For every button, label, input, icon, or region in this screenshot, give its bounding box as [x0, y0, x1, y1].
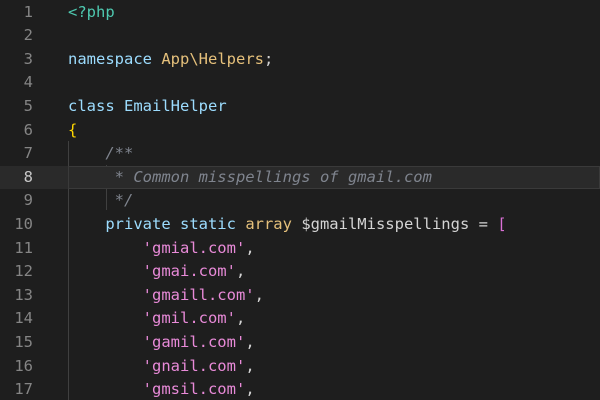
line-number: 10: [14, 214, 33, 233]
code-token-plain: ,: [245, 356, 255, 375]
code-text: 'gmai.com',: [68, 260, 246, 284]
line-number: 3: [23, 49, 33, 68]
code-token-class_name: App\Helpers: [161, 49, 264, 68]
code-line[interactable]: 11 'gmial.com',: [0, 237, 600, 261]
code-token-class_name: array: [245, 214, 302, 233]
code-token-keyword: namespace: [68, 49, 162, 68]
code-text: 'gamil.com',: [68, 331, 255, 355]
code-token-tag: <?php: [68, 2, 115, 21]
code-line[interactable]: 2: [0, 24, 600, 48]
code-text: 'gnail.com',: [68, 355, 255, 379]
code-line[interactable]: 7 /**: [0, 142, 600, 166]
line-number: 8: [23, 167, 33, 186]
line-number: 7: [23, 144, 33, 163]
code-line[interactable]: 10 private static array $gmailMisspellin…: [0, 213, 600, 237]
code-token-comment: /**: [68, 144, 134, 163]
code-line[interactable]: 14 'gmil.com',: [0, 307, 600, 331]
code-token-comment: * Common misspellings of gmail.com: [68, 167, 432, 186]
line-number: 13: [14, 285, 33, 304]
line-number: 1: [23, 2, 33, 21]
code-token-bracket: [: [497, 214, 507, 233]
code-token-string: 'gmial.com': [68, 238, 246, 257]
code-text: 'gmil.com',: [68, 307, 246, 331]
code-line[interactable]: 9 */: [0, 189, 600, 213]
code-text: */: [68, 189, 134, 213]
code-line[interactable]: 17 'gmsil.com',: [0, 378, 600, 400]
code-token-plain: $gmailMisspellings =: [301, 214, 498, 233]
code-token-string: 'gmil.com': [68, 309, 236, 328]
code-line[interactable]: 1 <?php: [0, 1, 600, 25]
code-line[interactable]: 6{: [0, 119, 600, 143]
code-token-brace: {: [68, 120, 78, 139]
line-number: 12: [14, 262, 33, 281]
code-token-string: 'gamil.com': [68, 332, 246, 351]
code-editor[interactable]: 1 <?php 2 3 namespace App\Helpers; 4 5 class Em…: [0, 0, 600, 400]
line-number: 17: [14, 380, 33, 399]
line-number: 16: [14, 356, 33, 375]
line-number: 15: [14, 332, 33, 351]
code-line[interactable]: 3 namespace App\Helpers;: [0, 48, 600, 72]
code-line[interactable]: 12 'gmai.com',: [0, 260, 600, 284]
code-text: 'gmaill.com',: [68, 284, 264, 308]
line-number: 14: [14, 309, 33, 328]
code-token-keyword: EmailHelper: [124, 96, 227, 115]
code-text: private static array $gmailMisspellings …: [68, 213, 507, 237]
line-number: 9: [23, 191, 33, 210]
code-token-string: 'gmaill.com': [68, 285, 255, 304]
code-token-plain: ,: [245, 238, 255, 257]
code-token-plain: ,: [254, 285, 264, 304]
code-text: 'gmial.com',: [68, 237, 255, 261]
line-number: 5: [23, 96, 33, 115]
code-line[interactable]: 8 * Common misspellings of gmail.com: [0, 165, 600, 190]
code-token-string: 'gmsil.com': [68, 380, 246, 399]
line-number: 4: [23, 73, 33, 92]
code-line[interactable]: 4: [0, 71, 600, 95]
code-token-plain: ,: [235, 262, 246, 281]
code-token-keyword: private static: [68, 214, 246, 233]
line-number: 11: [14, 238, 33, 257]
code-text: * Common misspellings of gmail.com: [68, 166, 432, 190]
code-token-plain: ;: [263, 49, 274, 68]
code-text: namespace App\Helpers;: [68, 48, 273, 72]
code-text: /**: [68, 142, 133, 166]
line-number: 6: [23, 120, 33, 139]
code-text: class EmailHelper: [68, 95, 227, 119]
code-line[interactable]: 5 class EmailHelper: [0, 95, 600, 119]
code-line[interactable]: 13 'gmaill.com',: [0, 284, 600, 308]
code-text: {: [68, 119, 77, 143]
code-token-string: 'gmai.com': [68, 262, 236, 281]
code-token-keyword: class: [68, 96, 124, 115]
code-line[interactable]: 15 'gamil.com',: [0, 331, 600, 355]
code-token-plain: ,: [245, 332, 255, 351]
code-text: 'gmsil.com',: [68, 378, 255, 400]
code-line[interactable]: 16 'gnail.com',: [0, 355, 600, 379]
code-token-plain: ,: [235, 309, 246, 328]
line-number: 2: [23, 26, 33, 45]
code-token-string: 'gnail.com': [68, 356, 246, 375]
code-token-plain: ,: [245, 380, 255, 399]
code-text: <?php: [68, 1, 115, 25]
code-token-comment: */: [68, 191, 134, 210]
